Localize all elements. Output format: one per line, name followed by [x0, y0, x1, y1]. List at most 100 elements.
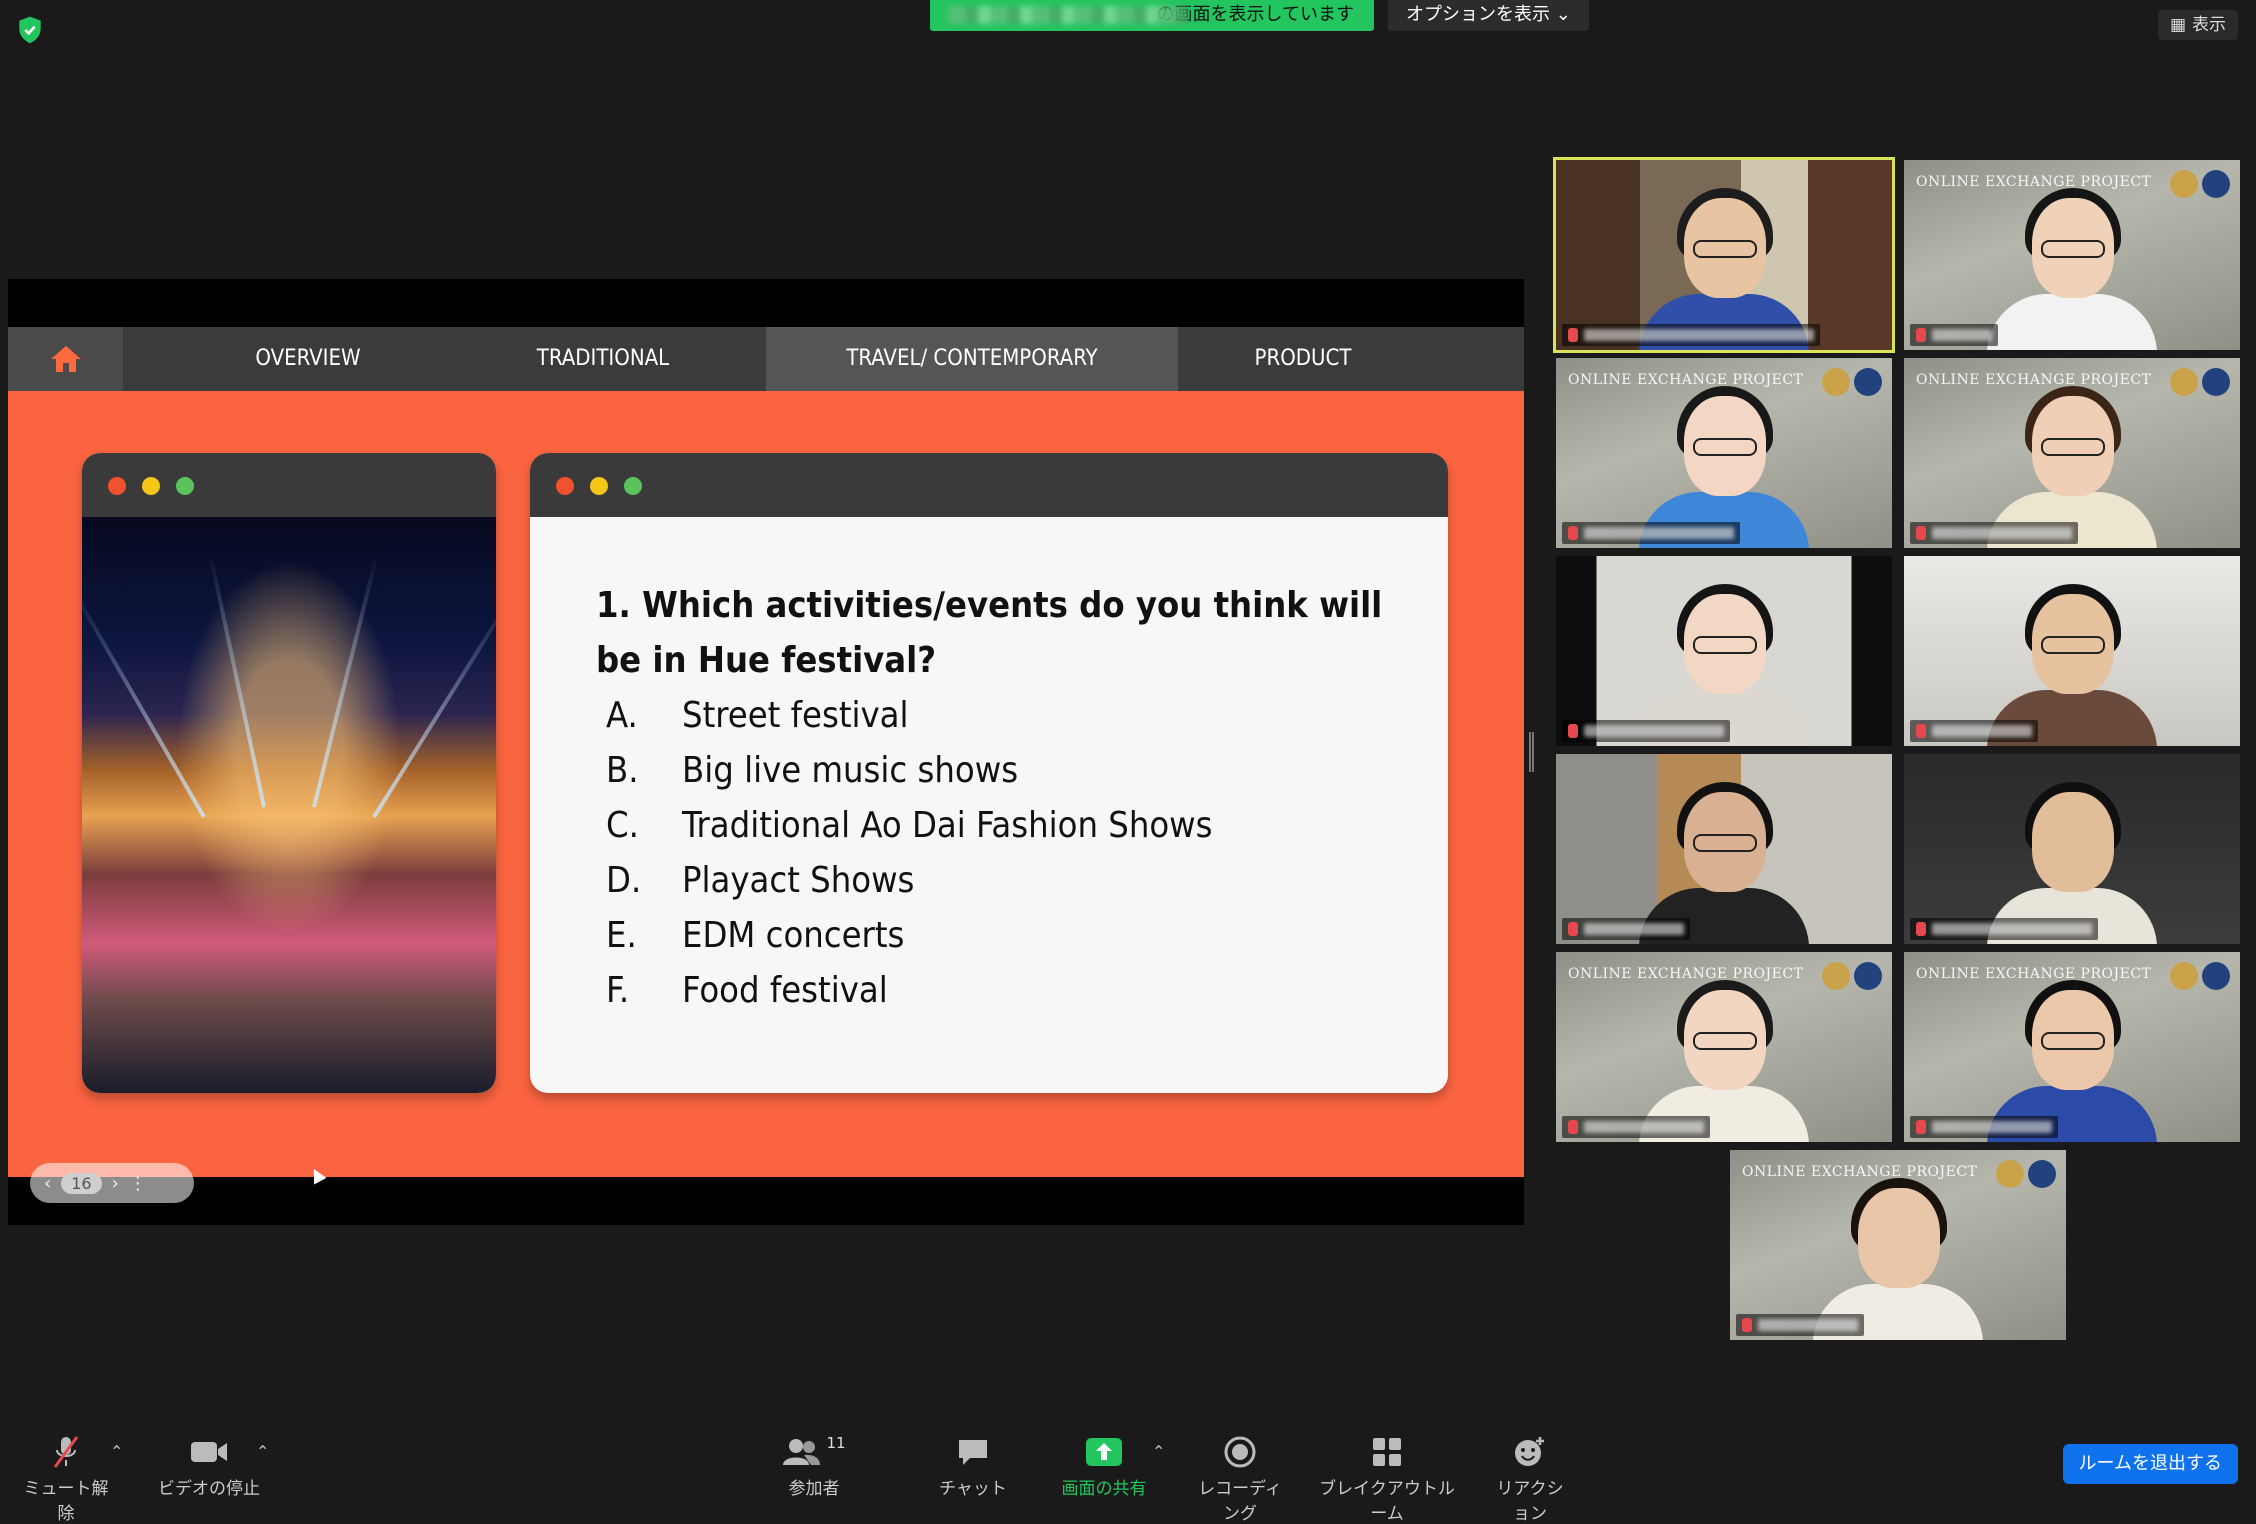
- muted-mic-icon: [1568, 724, 1578, 738]
- slide-pager: ‹ 16 › ⋮: [30, 1163, 194, 1203]
- seal-icon: [2170, 170, 2198, 198]
- option-letter: B.: [606, 750, 639, 791]
- seal-icon: [1822, 368, 1850, 396]
- participant-name-label: [1910, 720, 2038, 742]
- seal-icon: [2170, 962, 2198, 990]
- photo-window: [82, 453, 496, 1093]
- participant-name-label: [1910, 324, 1998, 346]
- participant-video-tile[interactable]: [1904, 754, 2240, 944]
- redacted-name: [1584, 329, 1814, 341]
- participant-person: [1987, 182, 2157, 350]
- participant-video-tile[interactable]: [1904, 556, 2240, 746]
- answer-option: A. Street festival: [596, 688, 1416, 743]
- resize-handle[interactable]: [1529, 732, 1534, 772]
- window-maximize-dot: [176, 477, 194, 495]
- participant-name-label: [1562, 918, 1690, 940]
- reactions-button[interactable]: リアクション: [1488, 1434, 1572, 1524]
- more-icon[interactable]: ⋮: [129, 1173, 147, 1194]
- participant-video-tile[interactable]: [1556, 556, 1892, 746]
- participants-button[interactable]: 11 参加者: [778, 1434, 850, 1499]
- participant-video-tile[interactable]: ONLINE EXCHANGE PROJECT: [1904, 358, 2240, 548]
- grid-icon: ▦: [2169, 15, 2186, 35]
- participant-video-tile[interactable]: [1556, 754, 1892, 944]
- audio-options-caret-icon[interactable]: ⌃: [110, 1442, 123, 1461]
- redacted-name: [1932, 923, 2092, 935]
- slide-tab-traditional[interactable]: TRADITIONAL: [478, 327, 728, 391]
- participant-name-label: [1910, 1116, 2058, 1138]
- slide-tab-overview[interactable]: OVERVIEW: [188, 327, 428, 391]
- option-letter: F.: [606, 970, 630, 1011]
- participant-name-label: [1562, 522, 1740, 544]
- video-options-caret-icon[interactable]: ⌃: [256, 1442, 269, 1461]
- participant-name-label: [1562, 1116, 1710, 1138]
- university-logos: [1822, 962, 1882, 990]
- participant-name-label: [1562, 324, 1820, 346]
- share-screen-button[interactable]: 画面の共有: [1056, 1434, 1152, 1499]
- redacted-name: [1584, 527, 1734, 539]
- option-text: Street festival: [682, 695, 909, 736]
- redacted-name: [1932, 527, 2072, 539]
- view-options-button[interactable]: オプションを表示 ⌄: [1388, 0, 1589, 31]
- university-logos: [1996, 1160, 2056, 1188]
- reactions-label: リアクション: [1496, 1479, 1564, 1524]
- security-shield-icon[interactable]: [14, 14, 46, 46]
- slide-nav-bar: OVERVIEW TRADITIONAL TRAVEL/ CONTEMPORAR…: [8, 327, 1524, 391]
- participant-video-tile[interactable]: ONLINE EXCHANGE PROJECT: [1556, 952, 1892, 1142]
- participant-video-tile[interactable]: ONLINE EXCHANGE PROJECT: [1904, 952, 2240, 1142]
- option-text: Food festival: [682, 970, 888, 1011]
- view-mode-button[interactable]: ▦ 表示: [2157, 10, 2238, 40]
- window-close-dot: [108, 477, 126, 495]
- window-minimize-dot: [590, 477, 608, 495]
- option-letter: C.: [606, 805, 639, 846]
- quiz-question: 1. Which activities/events do you think …: [596, 578, 1416, 1018]
- view-options-label: オプションを表示: [1406, 4, 1550, 25]
- breakout-rooms-button[interactable]: ブレイクアウトルーム: [1312, 1434, 1462, 1524]
- unmute-label: ミュート解除: [23, 1479, 109, 1524]
- answer-option: D. Playact Shows: [596, 853, 1416, 908]
- stop-video-button[interactable]: ビデオの停止: [154, 1434, 264, 1499]
- participant-video-tile[interactable]: ONLINE EXCHANGE PROJECT: [1730, 1150, 2066, 1340]
- slide-tab-product[interactable]: PRODUCT: [1188, 327, 1418, 391]
- home-icon: [50, 346, 81, 372]
- participant-video-tile[interactable]: ONLINE EXCHANGE PROJECT: [1904, 160, 2240, 350]
- slide-tab-travel-contemporary[interactable]: TRAVEL/ CONTEMPORARY: [766, 327, 1178, 391]
- redacted-name: [1932, 725, 2032, 737]
- chat-label: チャット: [939, 1479, 1007, 1499]
- participant-video-tile[interactable]: [1553, 157, 1895, 353]
- recording-label: レコーディング: [1198, 1479, 1282, 1524]
- participant-count: 11: [826, 1434, 846, 1452]
- participants-label: 参加者: [788, 1479, 840, 1499]
- participant-video-tile[interactable]: ONLINE EXCHANGE PROJECT: [1556, 358, 1892, 548]
- record-icon: [1190, 1434, 1290, 1470]
- option-letter: D.: [606, 860, 642, 901]
- slide-home-button[interactable]: [8, 327, 123, 391]
- smiley-plus-icon: [1488, 1434, 1572, 1470]
- seal-icon: [2202, 962, 2230, 990]
- next-slide-icon[interactable]: ›: [112, 1173, 119, 1194]
- prev-slide-icon[interactable]: ‹: [44, 1173, 51, 1194]
- muted-mic-icon: [1916, 328, 1926, 342]
- chat-button[interactable]: チャット: [938, 1434, 1008, 1499]
- participant-name-label: [1736, 1314, 1864, 1336]
- seal-icon: [1854, 368, 1882, 396]
- share-options-caret-icon[interactable]: ⌃: [1152, 1442, 1165, 1461]
- window-close-dot: [556, 477, 574, 495]
- window-maximize-dot: [624, 477, 642, 495]
- muted-mic-icon: [1568, 1120, 1578, 1134]
- option-text: Playact Shows: [682, 860, 915, 901]
- recording-button[interactable]: レコーディング: [1190, 1434, 1290, 1524]
- unmute-button[interactable]: ミュート解除: [16, 1434, 116, 1524]
- breakout-rooms-icon: [1312, 1434, 1462, 1470]
- leave-room-button[interactable]: ルームを退出する: [2062, 1444, 2238, 1484]
- option-text: EDM concerts: [682, 915, 905, 956]
- muted-mic-icon: [1742, 1318, 1752, 1332]
- university-logos: [2170, 368, 2230, 396]
- slide-content: 1. Which activities/events do you think …: [8, 391, 1524, 1177]
- muted-mic-icon: [1916, 922, 1926, 936]
- redacted-name: [1584, 923, 1684, 935]
- university-logos: [2170, 962, 2230, 990]
- answer-option: E. EDM concerts: [596, 908, 1416, 963]
- question-window-titlebar: [530, 453, 1448, 517]
- answer-option: F. Food festival: [596, 963, 1416, 1018]
- muted-mic-icon: [1916, 1120, 1926, 1134]
